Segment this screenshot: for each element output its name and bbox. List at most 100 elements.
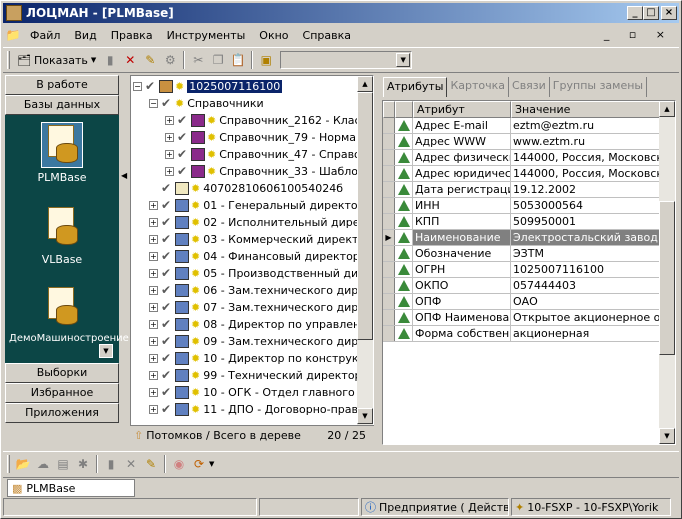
- tree-item[interactable]: + ✔ ✹ 10 - Директор по конструкт: [149, 350, 365, 366]
- scroll-up-button[interactable]: ▲: [659, 101, 675, 117]
- edit-icon[interactable]: ✎: [140, 50, 160, 70]
- grid-row[interactable]: ОПФ НаименованОткрытое акционерное общ: [383, 310, 661, 326]
- paste-icon[interactable]: 📋: [228, 50, 248, 70]
- toolbar-grip[interactable]: [7, 51, 10, 69]
- menu-file[interactable]: Файл: [23, 29, 67, 42]
- tree-ref[interactable]: + ✔ ✹ Справочник_79 - Норма: [165, 129, 356, 145]
- mdi-controls[interactable]: _ ▫ ×: [604, 28, 673, 41]
- expand-icon[interactable]: +: [149, 404, 158, 414]
- collapse-icon[interactable]: ◀: [121, 171, 127, 180]
- grid-row[interactable]: Адрес физический144000, Россия, Московск…: [383, 150, 661, 166]
- object-tree[interactable]: − ✔ ✹ 1025007116100 − ✔ ✹ Справочники + ✔ ✹ Спр…: [130, 75, 374, 445]
- attributes-grid[interactable]: Атрибут Значение Адрес E-mail eztm@eztm.r…: [382, 100, 676, 445]
- grid-row[interactable]: Дата регистрации 19.12.2002: [383, 182, 661, 198]
- panel-splitter[interactable]: ◀: [120, 75, 128, 447]
- show-button[interactable]: 🗂 Показать ▼: [13, 50, 100, 70]
- minimize-button[interactable]: _: [627, 6, 643, 20]
- expand-icon[interactable]: +: [149, 353, 158, 363]
- collapse-icon[interactable]: −: [149, 98, 158, 108]
- cloud-icon[interactable]: ☁: [33, 454, 53, 474]
- db-vlbase[interactable]: VLBase: [5, 205, 119, 266]
- tree-item[interactable]: + ✔ ✹ 06 - Зам.технического дире: [149, 282, 365, 298]
- filter-combo[interactable]: ▼: [280, 51, 413, 69]
- grid-row[interactable]: Адрес WWW www.eztm.ru: [383, 134, 661, 150]
- expand-icon[interactable]: +: [149, 302, 158, 312]
- attribute-value[interactable]: 509950001: [511, 214, 661, 229]
- grid-row[interactable]: Адрес E-mail eztm@eztm.ru: [383, 118, 661, 134]
- attribute-value[interactable]: 057444403: [511, 278, 661, 293]
- collapse-icon[interactable]: −: [133, 81, 142, 91]
- attribute-value[interactable]: 144000, Россия, Московска: [511, 150, 661, 165]
- menu-help[interactable]: Справка: [296, 29, 358, 42]
- grid-row[interactable]: ОКПО 057444403: [383, 278, 661, 294]
- tree-item[interactable]: + ✔ ✹ 10 - ОГК - Отдел главного к: [149, 384, 365, 400]
- expand-icon[interactable]: +: [149, 319, 158, 329]
- tab-links[interactable]: Связи: [509, 77, 550, 97]
- tree-ref[interactable]: + ✔ ✹ Справочник_47 - Справо: [165, 146, 361, 162]
- expand-icon[interactable]: +: [149, 251, 158, 261]
- scroll-thumb[interactable]: [659, 201, 675, 355]
- attribute-value[interactable]: ОАО: [511, 294, 661, 309]
- expand-icon[interactable]: +: [165, 149, 174, 159]
- tree-item[interactable]: + ✔ ✹ 01 - Генеральный директор: [149, 197, 365, 213]
- expand-icon[interactable]: +: [165, 115, 174, 125]
- maximize-button[interactable]: □: [643, 6, 659, 20]
- grid-row[interactable]: ИНН 5053000564: [383, 198, 661, 214]
- expand-icon[interactable]: +: [165, 132, 174, 142]
- expand-icon[interactable]: +: [149, 234, 158, 244]
- up-arrow-icon[interactable]: ⇧: [134, 429, 143, 442]
- refresh-icon[interactable]: ⟳: [189, 454, 209, 474]
- tree-item[interactable]: + ✔ ✹ 03 - Коммерческий директо: [149, 231, 365, 247]
- delete-icon[interactable]: ✕: [121, 454, 141, 474]
- pig-icon[interactable]: ◉: [169, 454, 189, 474]
- db-plmbase[interactable]: PLMBase: [5, 122, 119, 184]
- attribute-value[interactable]: 1025007116100: [511, 262, 661, 277]
- document-icon[interactable]: ▤: [53, 454, 73, 474]
- grid-row[interactable]: ОПФ ОАО: [383, 294, 661, 310]
- expand-icon[interactable]: +: [149, 336, 158, 346]
- tree-item[interactable]: ✔ ✹ 4070281060610054024б: [149, 180, 343, 196]
- tree-item[interactable]: + ✔ ✹ 11 - ДПО - Договорно-прав: [149, 401, 358, 417]
- cut-icon[interactable]: ✂: [188, 50, 208, 70]
- nav-applications[interactable]: Приложения: [5, 403, 119, 423]
- scroll-up-button[interactable]: ▲: [357, 76, 373, 92]
- grid-row[interactable]: Адрес юридически144000, Россия, Московск…: [383, 166, 661, 182]
- expand-icon[interactable]: +: [149, 387, 158, 397]
- copy-icon[interactable]: ❐: [208, 50, 228, 70]
- tree-folder[interactable]: − ✔ ✹ Справочники: [149, 95, 264, 111]
- attribute-value[interactable]: Электростальский завод тя: [511, 230, 661, 245]
- tools-icon[interactable]: ⚙: [160, 50, 180, 70]
- grid-row[interactable]: Форма собственноакционерная: [383, 326, 661, 342]
- tab-attributes[interactable]: Атрибуты: [383, 77, 448, 97]
- expand-icon[interactable]: +: [149, 370, 158, 380]
- nav-in-work[interactable]: В работе: [5, 75, 119, 95]
- tab-card[interactable]: Карточка: [447, 77, 510, 97]
- nav-databases[interactable]: Базы данных: [5, 95, 119, 115]
- tree-item[interactable]: + ✔ ✹ 09 - Зам.технического дире: [149, 333, 365, 349]
- attribute-value[interactable]: Открытое акционерное общ: [511, 310, 661, 325]
- expand-icon[interactable]: +: [165, 166, 174, 176]
- tab-replacement-groups[interactable]: Группы замены: [550, 77, 648, 97]
- menu-view[interactable]: Вид: [67, 29, 103, 42]
- expand-icon[interactable]: +: [149, 268, 158, 278]
- tree-ref[interactable]: + ✔ ✹ Справочник_33 - Шабло: [165, 163, 358, 179]
- attribute-value[interactable]: eztm@eztm.ru: [511, 118, 661, 133]
- grid-row[interactable]: ▶ Наименование Электростальский завод тя: [383, 230, 661, 246]
- attribute-value[interactable]: 5053000564: [511, 198, 661, 213]
- scroll-down-button[interactable]: ▼: [357, 408, 373, 424]
- header-attribute[interactable]: Атрибут: [413, 101, 511, 118]
- tree-ref[interactable]: + ✔ ✹ Справочник_2162 - Клас: [165, 112, 361, 128]
- scroll-down-button[interactable]: ▼: [99, 344, 113, 358]
- chevron-down-icon[interactable]: ▼: [396, 53, 411, 67]
- bookmark-icon[interactable]: ▣: [256, 50, 276, 70]
- delete-icon[interactable]: ✕: [120, 50, 140, 70]
- header-value[interactable]: Значение: [511, 101, 661, 118]
- new-doc-icon[interactable]: ▮: [100, 50, 120, 70]
- attribute-value[interactable]: акционерная: [511, 326, 661, 341]
- toolbar-grip[interactable]: [7, 454, 10, 473]
- tree-item[interactable]: + ✔ ✹ 08 - Директор по управлен: [149, 316, 360, 332]
- attribute-value[interactable]: ЭЗТМ: [511, 246, 661, 261]
- open-folder-icon[interactable]: 📂: [13, 454, 33, 474]
- expand-icon[interactable]: +: [149, 217, 158, 227]
- tree-item[interactable]: + ✔ ✹ 02 - Исполнительный дирек: [149, 214, 366, 230]
